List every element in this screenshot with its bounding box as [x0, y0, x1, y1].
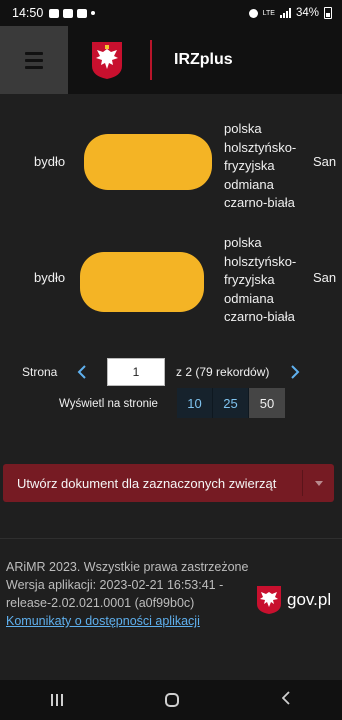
footer-divider	[0, 538, 342, 539]
footer-info: ARiMR 2023. Wszystkie prawa zastrzeżone …	[6, 558, 270, 630]
caret-down-icon	[314, 480, 323, 486]
truncated-cell: San	[313, 153, 337, 169]
per-page-10-button[interactable]: 10	[177, 388, 213, 418]
per-page-25-button[interactable]: 25	[213, 388, 249, 418]
breed-cell: polska holsztyńsko- fryzyjska odmiana cz…	[224, 235, 297, 324]
polish-eagle-emblem-icon	[92, 42, 122, 79]
page-label: Strona	[22, 365, 58, 379]
gov-label: gov.pl	[287, 590, 332, 609]
recent-apps-button[interactable]	[51, 694, 64, 706]
page-summary: z 2 (79 rekordów)	[176, 365, 270, 379]
network-type: LTE	[262, 9, 275, 17]
youtube-icon	[63, 8, 74, 18]
back-button[interactable]	[281, 690, 291, 710]
next-page-button[interactable]	[285, 362, 305, 382]
status-bar: 14:50 LTE 34%	[0, 0, 342, 26]
page-number-input[interactable]: 1	[107, 358, 165, 386]
version-text: Wersja aplikacji: 2023-02-21 16:53:41 - …	[6, 578, 224, 610]
accessibility-link[interactable]: Komunikaty o dostępności aplikacji	[6, 612, 270, 630]
battery-icon	[324, 7, 332, 19]
app-title: IRZplus	[174, 51, 233, 68]
create-document-button[interactable]: Utwórz dokument dla zaznaczonych zwierzą…	[3, 464, 334, 502]
battery-percent: 34%	[295, 7, 319, 19]
species-cell: bydło	[34, 153, 66, 169]
signal-icon	[279, 8, 291, 18]
per-page-label: Wyświetl na stronie	[59, 398, 158, 410]
species-cell: bydło	[34, 269, 66, 285]
pagination: Strona 1 z 2 (79 rekordów)	[0, 358, 342, 388]
gov-emblem-icon	[257, 586, 281, 614]
create-document-label: Utwórz dokument dla zaznaczonych zwierzą…	[17, 475, 277, 491]
status-time: 14:50	[12, 6, 44, 20]
gallery-icon	[49, 8, 60, 18]
back-arrow-icon	[281, 690, 290, 705]
hamburger-menu-button[interactable]	[0, 26, 68, 94]
header-divider	[150, 40, 152, 80]
truncated-cell: San	[313, 269, 337, 285]
breed-cell: polska holsztyńsko- fryzyjska odmiana cz…	[224, 121, 297, 210]
main-content: bydło polska holsztyńsko- fryzyjska odmi…	[0, 94, 342, 680]
redacted-cell	[84, 134, 212, 190]
table-row[interactable]: bydło polska holsztyńsko- fryzyjska odmi…	[0, 222, 342, 332]
alarm-icon	[248, 8, 258, 18]
notification-icons	[49, 8, 96, 18]
chevron-left-icon	[77, 365, 86, 379]
table-row[interactable]: bydło polska holsztyńsko- fryzyjska odmi…	[0, 106, 342, 216]
more-notifications-icon	[91, 11, 96, 15]
chevron-right-icon	[291, 365, 300, 379]
gov-pl-logo[interactable]: gov.pl	[256, 585, 331, 615]
app-header: IRZplus	[0, 26, 342, 94]
copyright-text: ARiMR 2023. Wszystkie prawa zastrzeżone	[6, 560, 249, 574]
youtube-icon	[77, 8, 88, 18]
per-page-selector: Wyświetl na stronie 10 25 50	[0, 388, 342, 422]
per-page-options: 10 25 50	[177, 388, 285, 418]
prev-page-button[interactable]	[72, 362, 92, 382]
dropdown-toggle-button[interactable]	[302, 470, 334, 496]
home-button[interactable]	[165, 693, 180, 707]
redacted-cell	[80, 252, 204, 312]
per-page-50-button[interactable]: 50	[249, 388, 285, 418]
system-icons: LTE 34%	[248, 7, 332, 19]
system-navigation-bar	[0, 680, 342, 720]
